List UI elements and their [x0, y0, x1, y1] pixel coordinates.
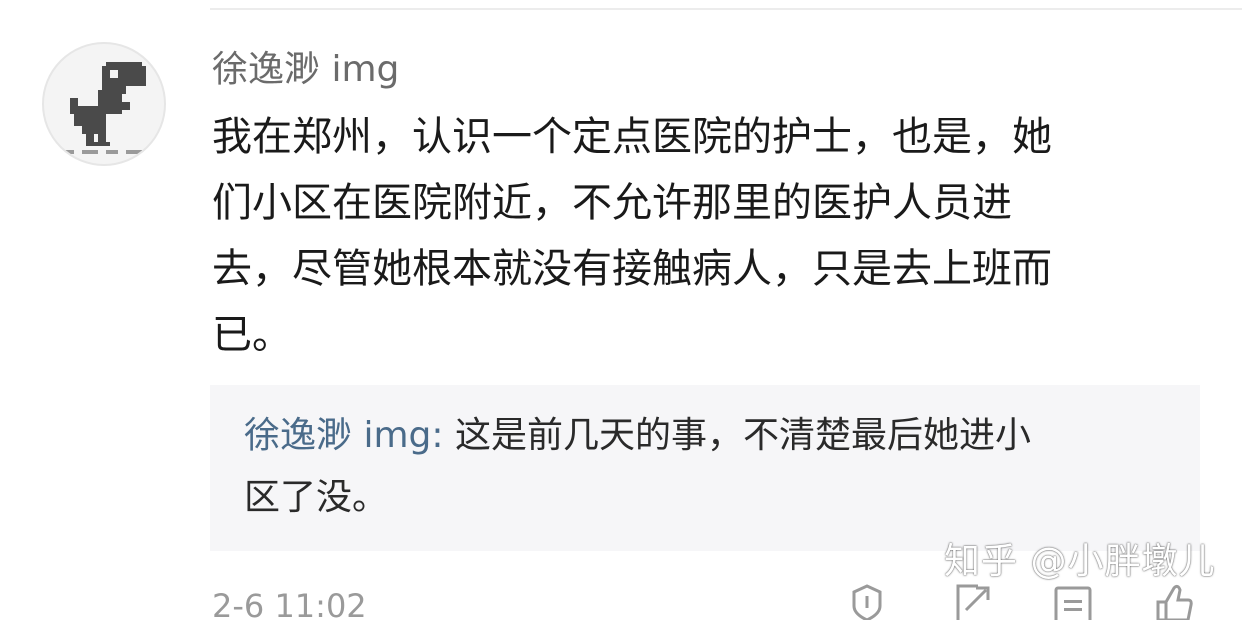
avatar[interactable] — [42, 42, 166, 166]
watermark: 知乎 @小胖墩儿 — [944, 541, 1216, 582]
reply-line: 徐逸渺 img: 这是前几天的事，不清楚最后她进小 — [244, 405, 1168, 467]
top-divider — [210, 8, 1242, 10]
share-icon[interactable] — [948, 580, 994, 620]
comment-timestamp: 2-6 11:02 — [212, 587, 367, 625]
reply-author[interactable]: 徐逸渺 img — [244, 415, 431, 456]
reply-icon[interactable] — [1050, 580, 1096, 620]
comment-body: 我在郑州，认识一个定点医院的护士，也是，她 们小区在医院附近，不允许那里的医护人… — [212, 104, 1202, 368]
comment-line: 们小区在医院附近，不允许那里的医护人员进 — [212, 180, 1012, 226]
reply-text: 这是前几天的事，不清楚最后她进小 — [454, 415, 1031, 456]
like-icon[interactable] — [1150, 580, 1196, 620]
comment-line: 我在郑州，认识一个定点医院的护士，也是，她 — [212, 114, 1052, 160]
dinosaur-icon — [62, 62, 146, 154]
comment-author[interactable]: 徐逸渺 img — [212, 44, 399, 96]
comment-line: 已。 — [212, 312, 292, 358]
reply-separator: : — [431, 415, 455, 456]
reply-box[interactable]: 徐逸渺 img: 这是前几天的事，不清楚最后她进小 区了没。 — [210, 385, 1200, 551]
report-icon[interactable] — [844, 580, 890, 620]
comment-line: 去，尽管她根本就没有接触病人，只是去上班而 — [212, 246, 1052, 292]
reply-line: 区了没。 — [244, 477, 389, 518]
